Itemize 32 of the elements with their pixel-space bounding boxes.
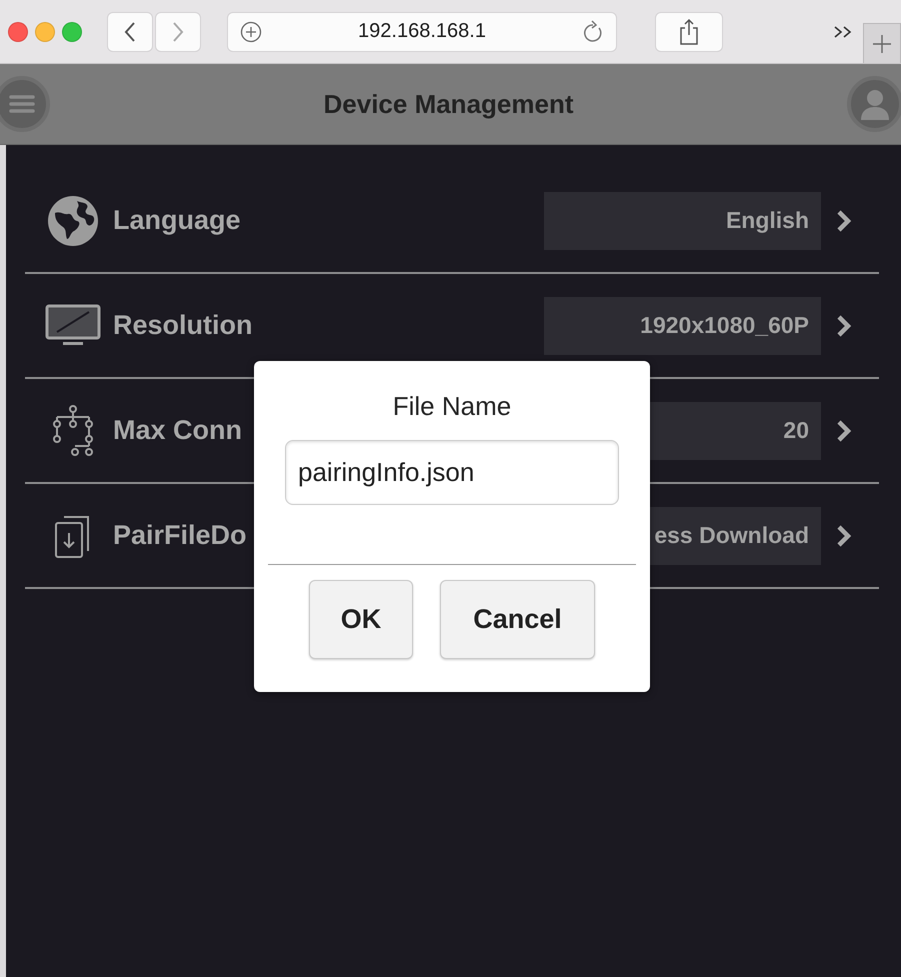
setting-label: Language <box>113 205 242 236</box>
new-tab-button[interactable] <box>863 23 901 63</box>
setting-value[interactable]: 1920x1080_60P <box>544 296 821 354</box>
chevron-right-icon[interactable] <box>835 312 853 338</box>
plus-icon <box>872 34 892 54</box>
add-bookmark-icon[interactable] <box>240 20 262 42</box>
monitor-icon <box>45 304 101 348</box>
setting-label: PairFileDo <box>113 520 248 551</box>
chevron-left-icon <box>123 20 137 42</box>
reload-icon[interactable] <box>582 20 604 44</box>
menu-icon <box>9 94 35 114</box>
back-button[interactable] <box>107 12 153 52</box>
dialog-title: File Name <box>392 391 512 422</box>
globe-icon <box>47 194 99 246</box>
close-window-button[interactable] <box>8 22 28 42</box>
chevron-right-icon[interactable] <box>835 208 853 234</box>
ok-button[interactable]: OK <box>309 580 413 659</box>
setting-value[interactable]: English <box>544 192 821 250</box>
more-tabs-icon[interactable] <box>833 24 853 38</box>
network-icon <box>51 404 95 458</box>
share-icon <box>678 18 700 46</box>
file-name-field[interactable]: pairingInfo.json <box>285 440 619 505</box>
chevron-right-icon[interactable] <box>835 522 853 548</box>
setting-label: Resolution <box>113 310 254 341</box>
user-icon <box>860 87 890 121</box>
address-field[interactable]: 192.168.168.1 <box>227 12 617 52</box>
cancel-button[interactable]: Cancel <box>440 580 595 659</box>
setting-label: Max Conn <box>113 415 244 446</box>
chevron-right-icon <box>171 20 185 42</box>
chevron-right-icon[interactable] <box>835 418 853 444</box>
page-title: Device Management <box>324 88 574 120</box>
share-button[interactable] <box>655 12 723 52</box>
